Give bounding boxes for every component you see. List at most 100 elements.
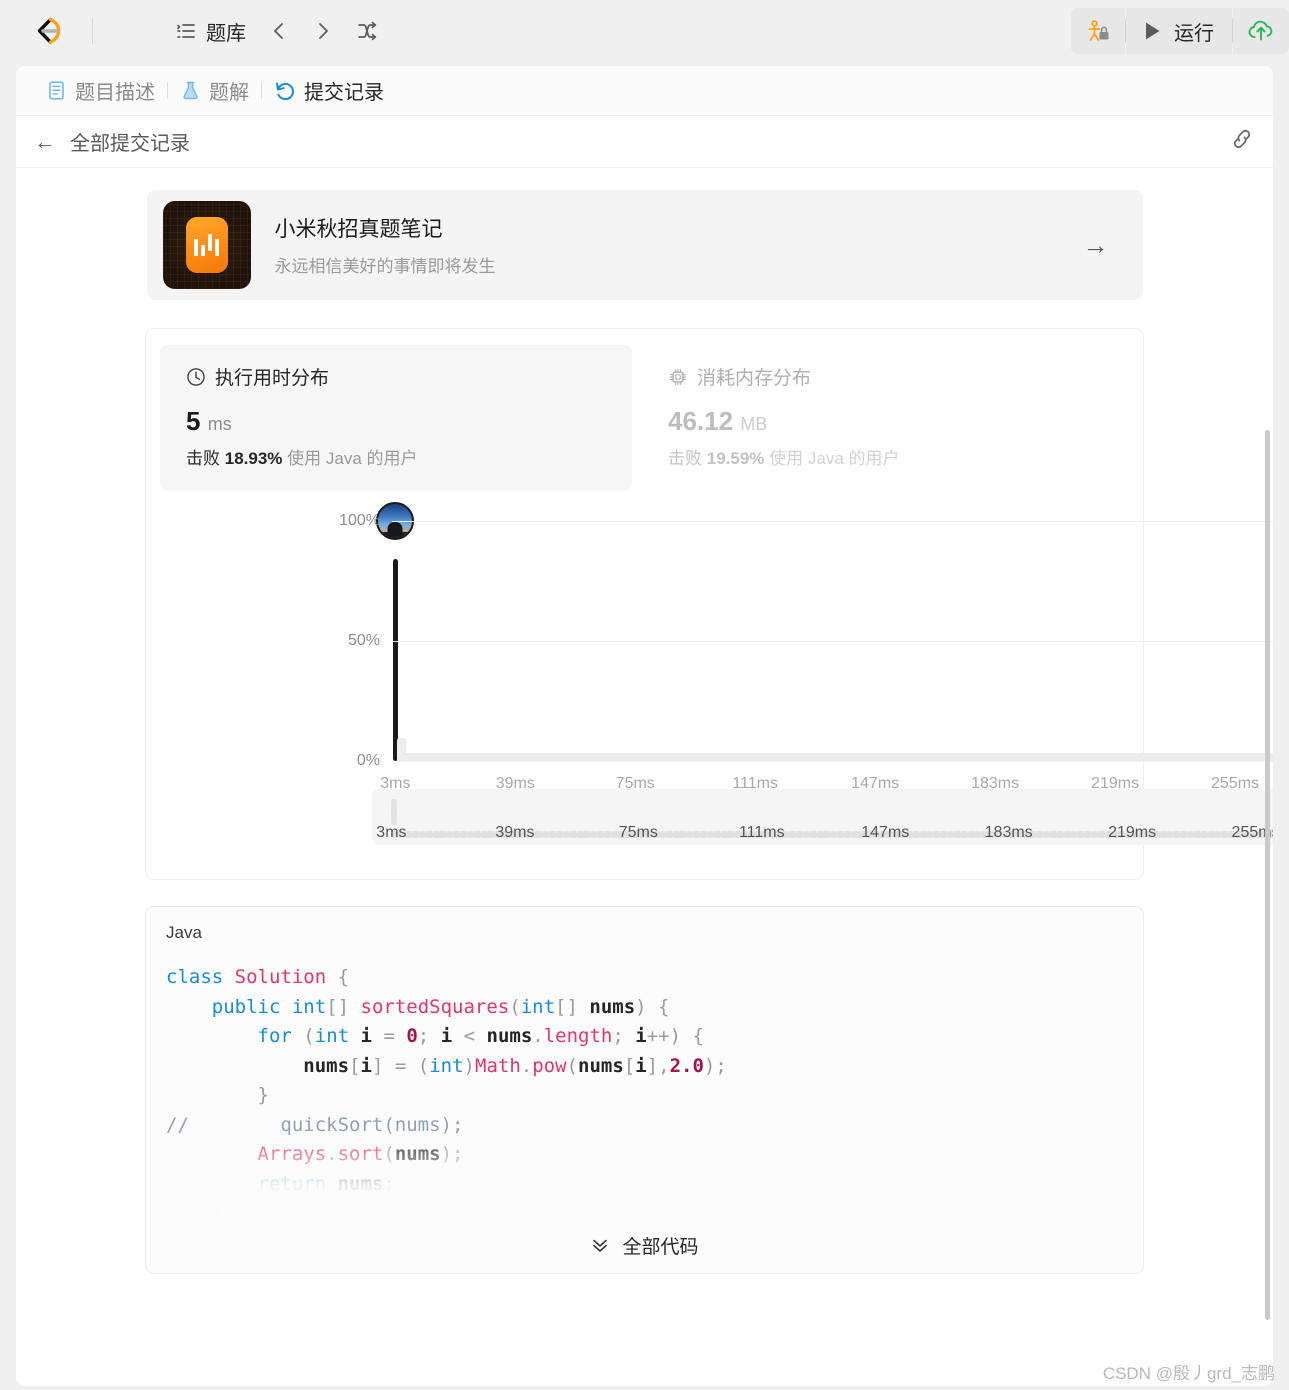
submission-detail-scroll: 小米秋招真题笔记 永远相信美好的事情即将发生 → 执行用时分布 5 ms 击败 … bbox=[16, 168, 1273, 1383]
brush-dot bbox=[466, 831, 474, 838]
subheader-title[interactable]: 全部提交记录 bbox=[70, 127, 190, 156]
promo-arrow-icon: → bbox=[1082, 229, 1109, 260]
mi-bar bbox=[201, 245, 205, 256]
stat-tab-memory[interactable]: 消耗内存分布 46.12 MB 击败 19.59% 使用 Java 的用户 bbox=[642, 345, 1114, 491]
runtime-value-row: 5 ms bbox=[186, 406, 608, 437]
copy-link-button[interactable] bbox=[1229, 126, 1255, 157]
expand-all-code-label: 全部代码 bbox=[622, 1236, 699, 1258]
problemset-button[interactable]: 题库 bbox=[167, 11, 254, 52]
chart-ytick-label: 100% bbox=[339, 512, 380, 529]
play-icon bbox=[1146, 22, 1160, 40]
brush-tick-label: 183ms bbox=[984, 824, 1033, 841]
runtime-beat-row: 击败 18.93% 使用 Java 的用户 bbox=[186, 444, 608, 469]
brush-dot bbox=[1042, 831, 1050, 838]
chart-ytick-label: 0% bbox=[356, 752, 380, 769]
random-problem-button[interactable] bbox=[348, 12, 386, 50]
debug-lock-icon bbox=[1088, 20, 1109, 41]
brush-tick-label: 39ms bbox=[495, 824, 535, 841]
xiaomi-logo bbox=[162, 201, 251, 289]
chart-ytick-label: 50% bbox=[347, 632, 380, 649]
brush-dot bbox=[1049, 831, 1057, 838]
csdn-watermark: CSDN @殷丿grd_志鹏 bbox=[1102, 1364, 1275, 1383]
memory-unit: MB bbox=[740, 414, 768, 434]
chart-plot-area[interactable]: 0% 50% 100% 3ms 39ms 75ms 111ms 147ms 183ms 219ms… bbox=[339, 502, 1273, 792]
next-problem-button[interactable] bbox=[304, 12, 342, 50]
brush-indicator-bar bbox=[391, 799, 398, 825]
expand-all-code-button[interactable]: 全部代码 bbox=[146, 1217, 1143, 1273]
brush-dot bbox=[1186, 831, 1194, 838]
submit-button[interactable] bbox=[1233, 8, 1289, 54]
brush-dot bbox=[1097, 831, 1105, 838]
tab-submissions-label: 提交记录 bbox=[304, 82, 384, 104]
brush-dot bbox=[912, 831, 920, 838]
chart-bar-highlighted[interactable] bbox=[392, 559, 398, 761]
flask-icon bbox=[183, 81, 198, 100]
chart-bar[interactable] bbox=[1270, 753, 1273, 761]
nav-group: 题库 bbox=[167, 11, 386, 52]
tab-description[interactable]: 题目描述 bbox=[34, 76, 167, 105]
brush-tick-label: 75ms bbox=[618, 824, 658, 841]
runtime-title: 执行用时分布 bbox=[215, 368, 330, 389]
chart-range-brush[interactable]: 3ms39ms75ms111ms147ms183ms219ms255ms bbox=[372, 789, 1273, 845]
brush-dot bbox=[665, 831, 673, 838]
stat-tab-group: 执行用时分布 5 ms 击败 18.93% 使用 Java 的用户 消耗内存分布… bbox=[160, 345, 1129, 491]
runtime-value: 5 bbox=[186, 406, 201, 436]
brush-dot bbox=[700, 831, 708, 838]
distribution-chart: 0% 50% 100% 3ms 39ms 75ms 111ms 147ms 183ms 219ms… bbox=[160, 502, 1273, 857]
tab-description-label: 题目描述 bbox=[75, 82, 155, 104]
list-icon bbox=[177, 24, 195, 38]
brush-dot bbox=[946, 831, 954, 838]
description-icon bbox=[49, 81, 64, 100]
debug-button[interactable] bbox=[1071, 8, 1125, 54]
toolbar-actions: 运行 bbox=[1071, 8, 1289, 54]
promo-subtitle: 永远相信美好的事情即将发生 bbox=[274, 257, 496, 276]
prev-problem-button[interactable] bbox=[260, 12, 298, 50]
runtime-beat-prefix: 击败 bbox=[186, 449, 220, 468]
chart-gridline bbox=[392, 521, 1273, 522]
performance-card: 执行用时分布 5 ms 击败 18.93% 使用 Java 的用户 消耗内存分布… bbox=[145, 328, 1273, 880]
promo-title: 小米秋招真题笔记 bbox=[274, 218, 443, 241]
brush-dot bbox=[556, 831, 564, 838]
mi-bar bbox=[215, 239, 219, 256]
brush-dot bbox=[569, 831, 577, 838]
panel-tab-bar: 题目描述 题解 提交记录 bbox=[16, 66, 1273, 116]
back-button[interactable]: ← bbox=[34, 130, 56, 153]
memory-beat-percent: 19.59% bbox=[706, 449, 765, 468]
runtime-head: 执行用时分布 bbox=[186, 363, 608, 390]
leetcode-logo-wrap[interactable] bbox=[0, 14, 92, 48]
brush-tick-label: 3ms bbox=[376, 824, 407, 841]
brush-dot bbox=[412, 831, 419, 838]
brush-dot bbox=[562, 831, 570, 838]
memory-title: 消耗内存分布 bbox=[697, 368, 812, 389]
memory-beat-row: 击败 19.59% 使用 Java 的用户 bbox=[668, 444, 1090, 469]
stat-tab-runtime[interactable]: 执行用时分布 5 ms 击败 18.93% 使用 Java 的用户 bbox=[160, 345, 632, 491]
cloud-upload-icon bbox=[1248, 20, 1273, 41]
runtime-beat-suffix: 使用 Java 的用户 bbox=[287, 449, 418, 468]
vertical-scrollbar[interactable] bbox=[1265, 430, 1270, 1320]
brush-dot bbox=[418, 831, 426, 838]
brush-tick-label: 147ms bbox=[861, 824, 910, 841]
content-panel: 题目描述 题解 提交记录 ← 全部提交记录 小米秋招真题笔记 永远相信美好的事情… bbox=[16, 66, 1273, 1386]
memory-beat-suffix: 使用 Java 的用户 bbox=[769, 449, 900, 468]
run-button[interactable]: 运行 bbox=[1126, 8, 1232, 54]
submissions-subheader: ← 全部提交记录 bbox=[16, 116, 1273, 168]
chevron-right-icon bbox=[319, 23, 328, 39]
run-label: 运行 bbox=[1174, 22, 1214, 45]
memory-head: 消耗内存分布 bbox=[668, 363, 1090, 390]
avatar-silhouette bbox=[387, 522, 403, 536]
brush-dot bbox=[953, 831, 961, 838]
chart-gridline bbox=[392, 641, 1273, 642]
chart-gridline bbox=[392, 761, 1273, 762]
tab-solution[interactable]: 题解 bbox=[168, 76, 261, 105]
xiaomi-badge bbox=[185, 217, 228, 273]
mi-bar bbox=[208, 234, 212, 251]
brush-dot bbox=[960, 831, 968, 838]
brush-tick-label: 111ms bbox=[738, 824, 785, 841]
shuffle-icon bbox=[358, 21, 377, 41]
tab-submissions[interactable]: 提交记录 bbox=[262, 76, 396, 105]
promo-banner[interactable]: 小米秋招真题笔记 永远相信美好的事情即将发生 → bbox=[146, 190, 1143, 300]
toolbar-divider bbox=[92, 18, 93, 44]
brush-tick-label: 219ms bbox=[1108, 824, 1157, 841]
promo-text: 小米秋招真题笔记 永远相信美好的事情即将发生 bbox=[275, 213, 496, 277]
runtime-beat-percent: 18.93% bbox=[224, 449, 283, 468]
